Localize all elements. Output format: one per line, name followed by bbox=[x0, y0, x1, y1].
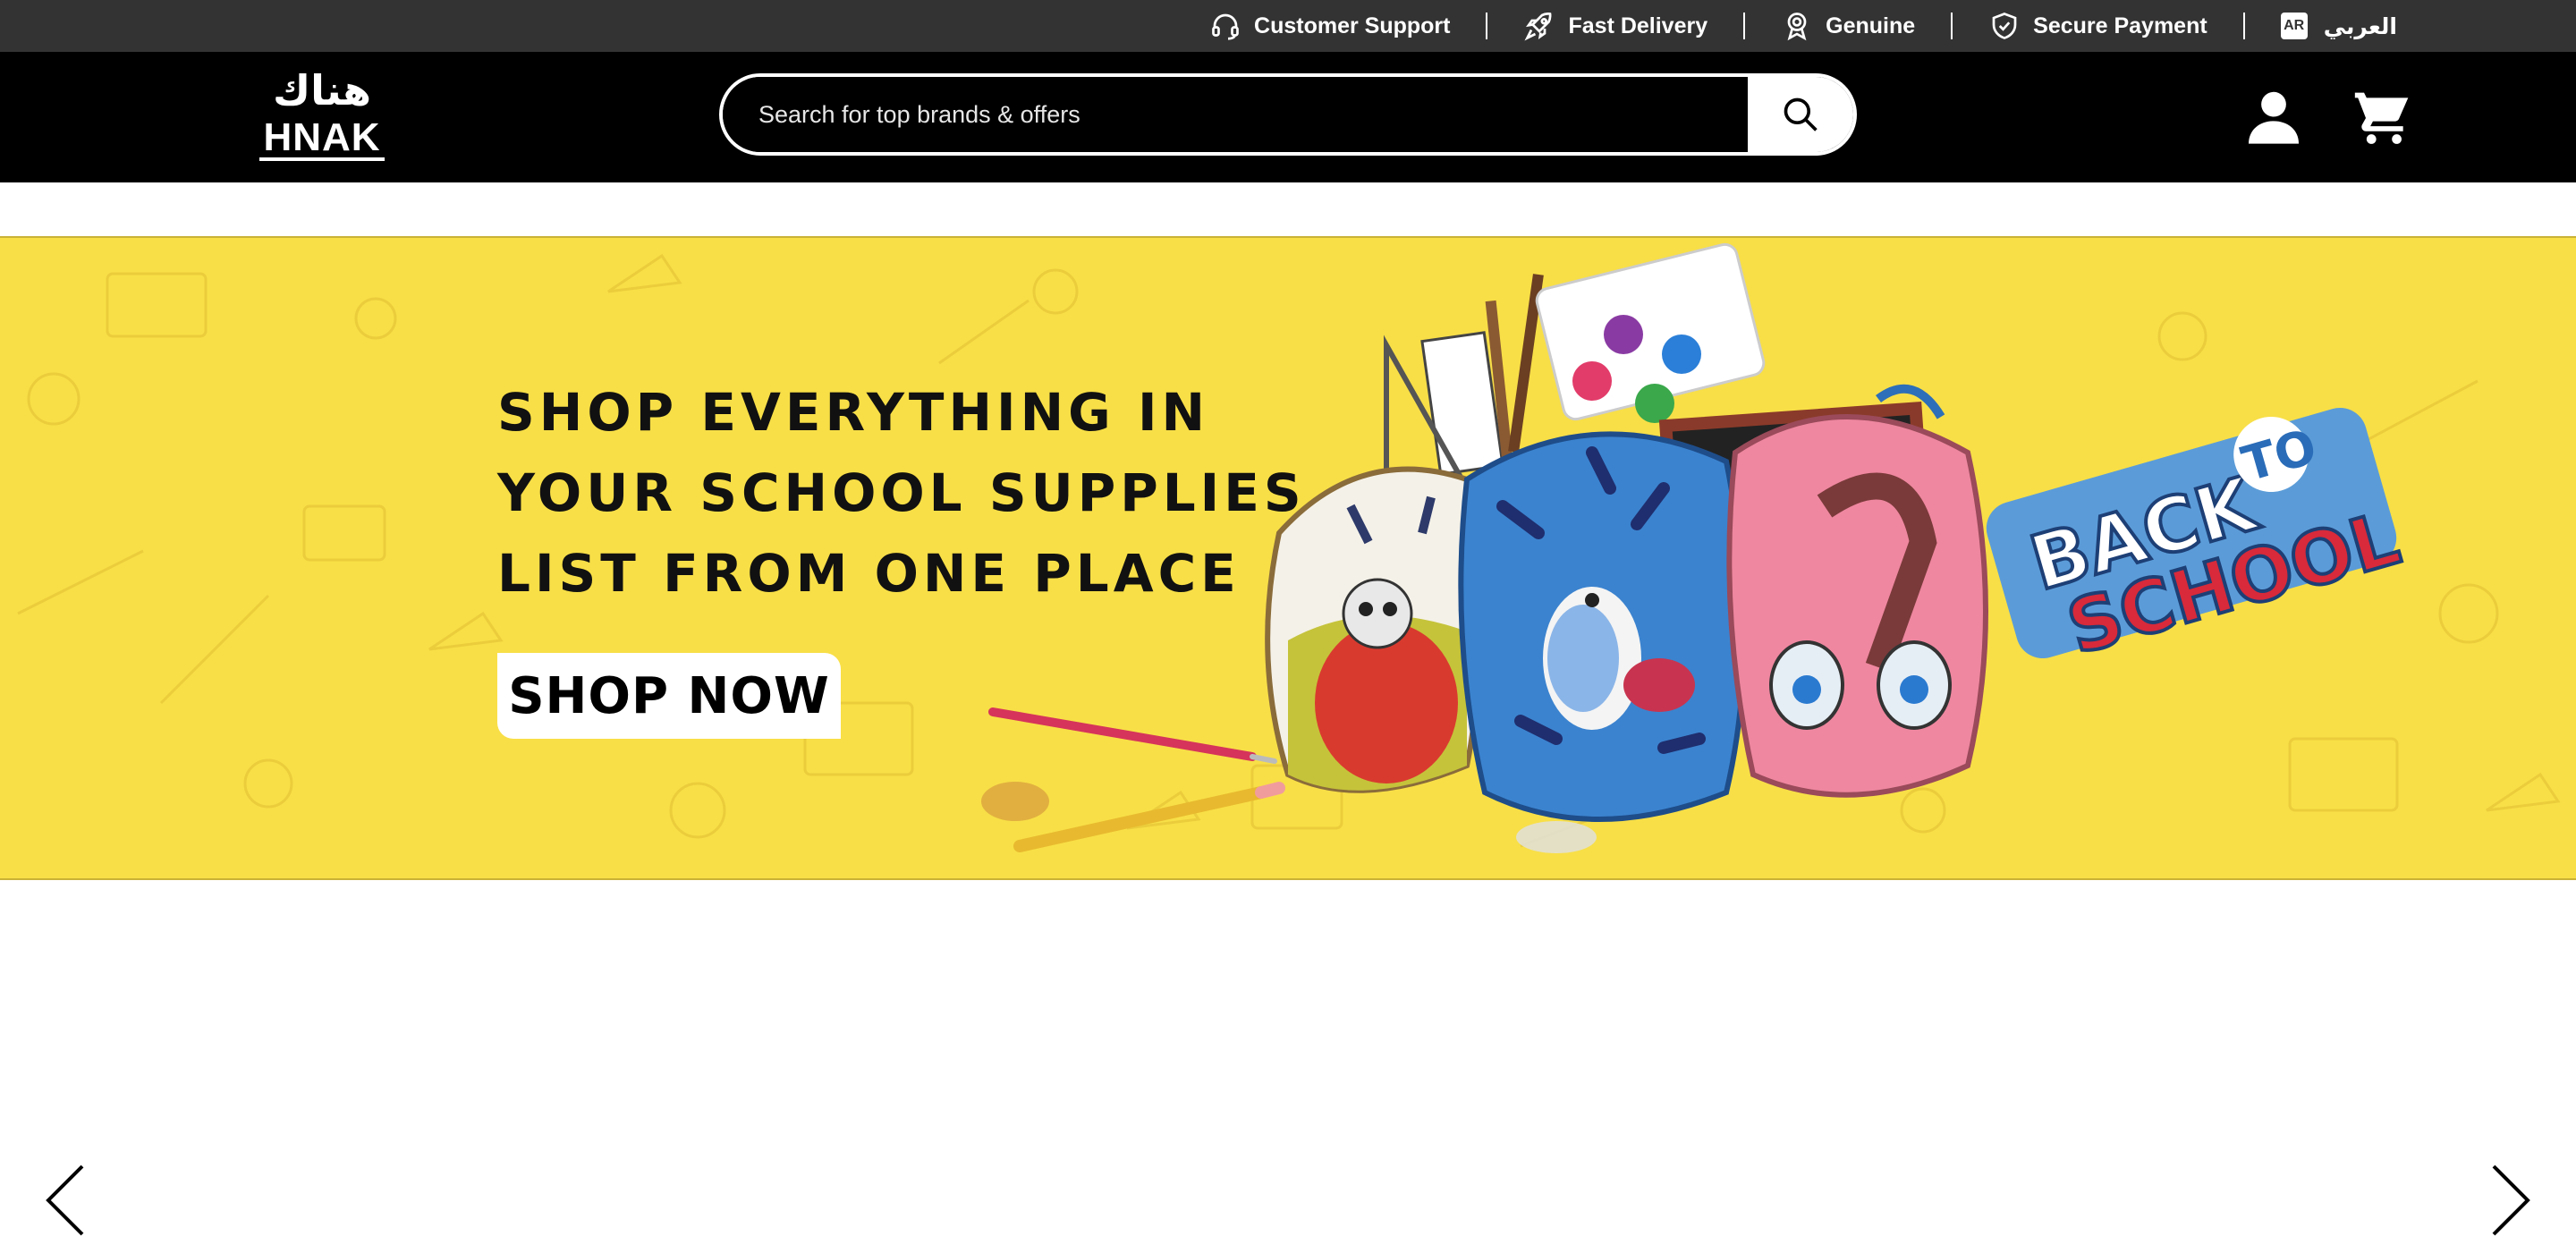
carousel-prev-button[interactable] bbox=[39, 1163, 93, 1238]
cart-button[interactable] bbox=[2352, 88, 2413, 148]
fast-delivery-link[interactable]: Fast Delivery bbox=[1523, 0, 1707, 52]
school-supplies-illustration: BACK TO SCHOOL bbox=[981, 242, 2411, 853]
back-to-school-badge: BACK TO SCHOOL bbox=[1986, 407, 2411, 673]
main-header: هناك HNAK bbox=[0, 52, 2576, 182]
carousel-next-button[interactable] bbox=[2483, 1163, 2537, 1238]
hnak-logo[interactable]: هناك HNAK bbox=[258, 68, 386, 161]
user-icon bbox=[2249, 91, 2299, 144]
shield-check-icon bbox=[1992, 13, 2017, 39]
logo-underline bbox=[259, 157, 385, 161]
divider bbox=[2242, 13, 2245, 39]
logo-english-text: HNAK bbox=[263, 115, 381, 159]
customer-support-label: Customer Support bbox=[1254, 13, 1451, 38]
secure-payment-label: Secure Payment bbox=[2033, 13, 2207, 38]
headset-icon bbox=[1212, 13, 1239, 40]
customer-support-link[interactable]: Customer Support bbox=[1209, 0, 1450, 52]
award-badge-icon bbox=[1787, 13, 1807, 41]
logo-arabic-text: هناك bbox=[272, 66, 372, 114]
bird-backpack-illustration bbox=[1458, 431, 1747, 822]
cart-icon bbox=[2354, 92, 2409, 144]
divider bbox=[1951, 13, 1953, 39]
hero-banner[interactable]: SHOP EVERYTHING IN YOUR SCHOOL SUPPLIES … bbox=[0, 236, 2576, 880]
search-bar bbox=[719, 73, 1857, 156]
account-button[interactable] bbox=[2245, 88, 2302, 145]
search-icon bbox=[1784, 97, 1818, 131]
divider bbox=[1486, 13, 1488, 39]
search-input[interactable] bbox=[723, 77, 1748, 152]
shop-now-label: SHOP NOW bbox=[508, 666, 830, 725]
dragonfly-backpack-illustration bbox=[1726, 384, 1988, 798]
fast-delivery-label: Fast Delivery bbox=[1568, 13, 1708, 38]
utility-links: Customer Support Fast Delivery Genuine S… bbox=[1209, 0, 2397, 52]
chevron-left-icon bbox=[46, 1165, 84, 1236]
pencil-illustration bbox=[981, 707, 1285, 852]
rocket-icon bbox=[1524, 13, 1552, 41]
genuine-link[interactable]: Genuine bbox=[1781, 0, 1915, 52]
search-button[interactable] bbox=[1748, 77, 1853, 152]
language-badge: AR bbox=[2280, 13, 2308, 39]
divider bbox=[1743, 13, 1746, 39]
ladybug-backpack-illustration bbox=[1265, 466, 1483, 793]
chevron-right-icon bbox=[2492, 1165, 2530, 1236]
language-switch[interactable]: AR العربي bbox=[2280, 0, 2397, 52]
language-label: العربي bbox=[2323, 13, 2397, 39]
top-utility-bar: Customer Support Fast Delivery Genuine S… bbox=[0, 0, 2576, 52]
secure-payment-link[interactable]: Secure Payment bbox=[1988, 0, 2207, 52]
shop-now-button[interactable]: SHOP NOW bbox=[497, 653, 841, 739]
genuine-label: Genuine bbox=[1826, 13, 1916, 38]
